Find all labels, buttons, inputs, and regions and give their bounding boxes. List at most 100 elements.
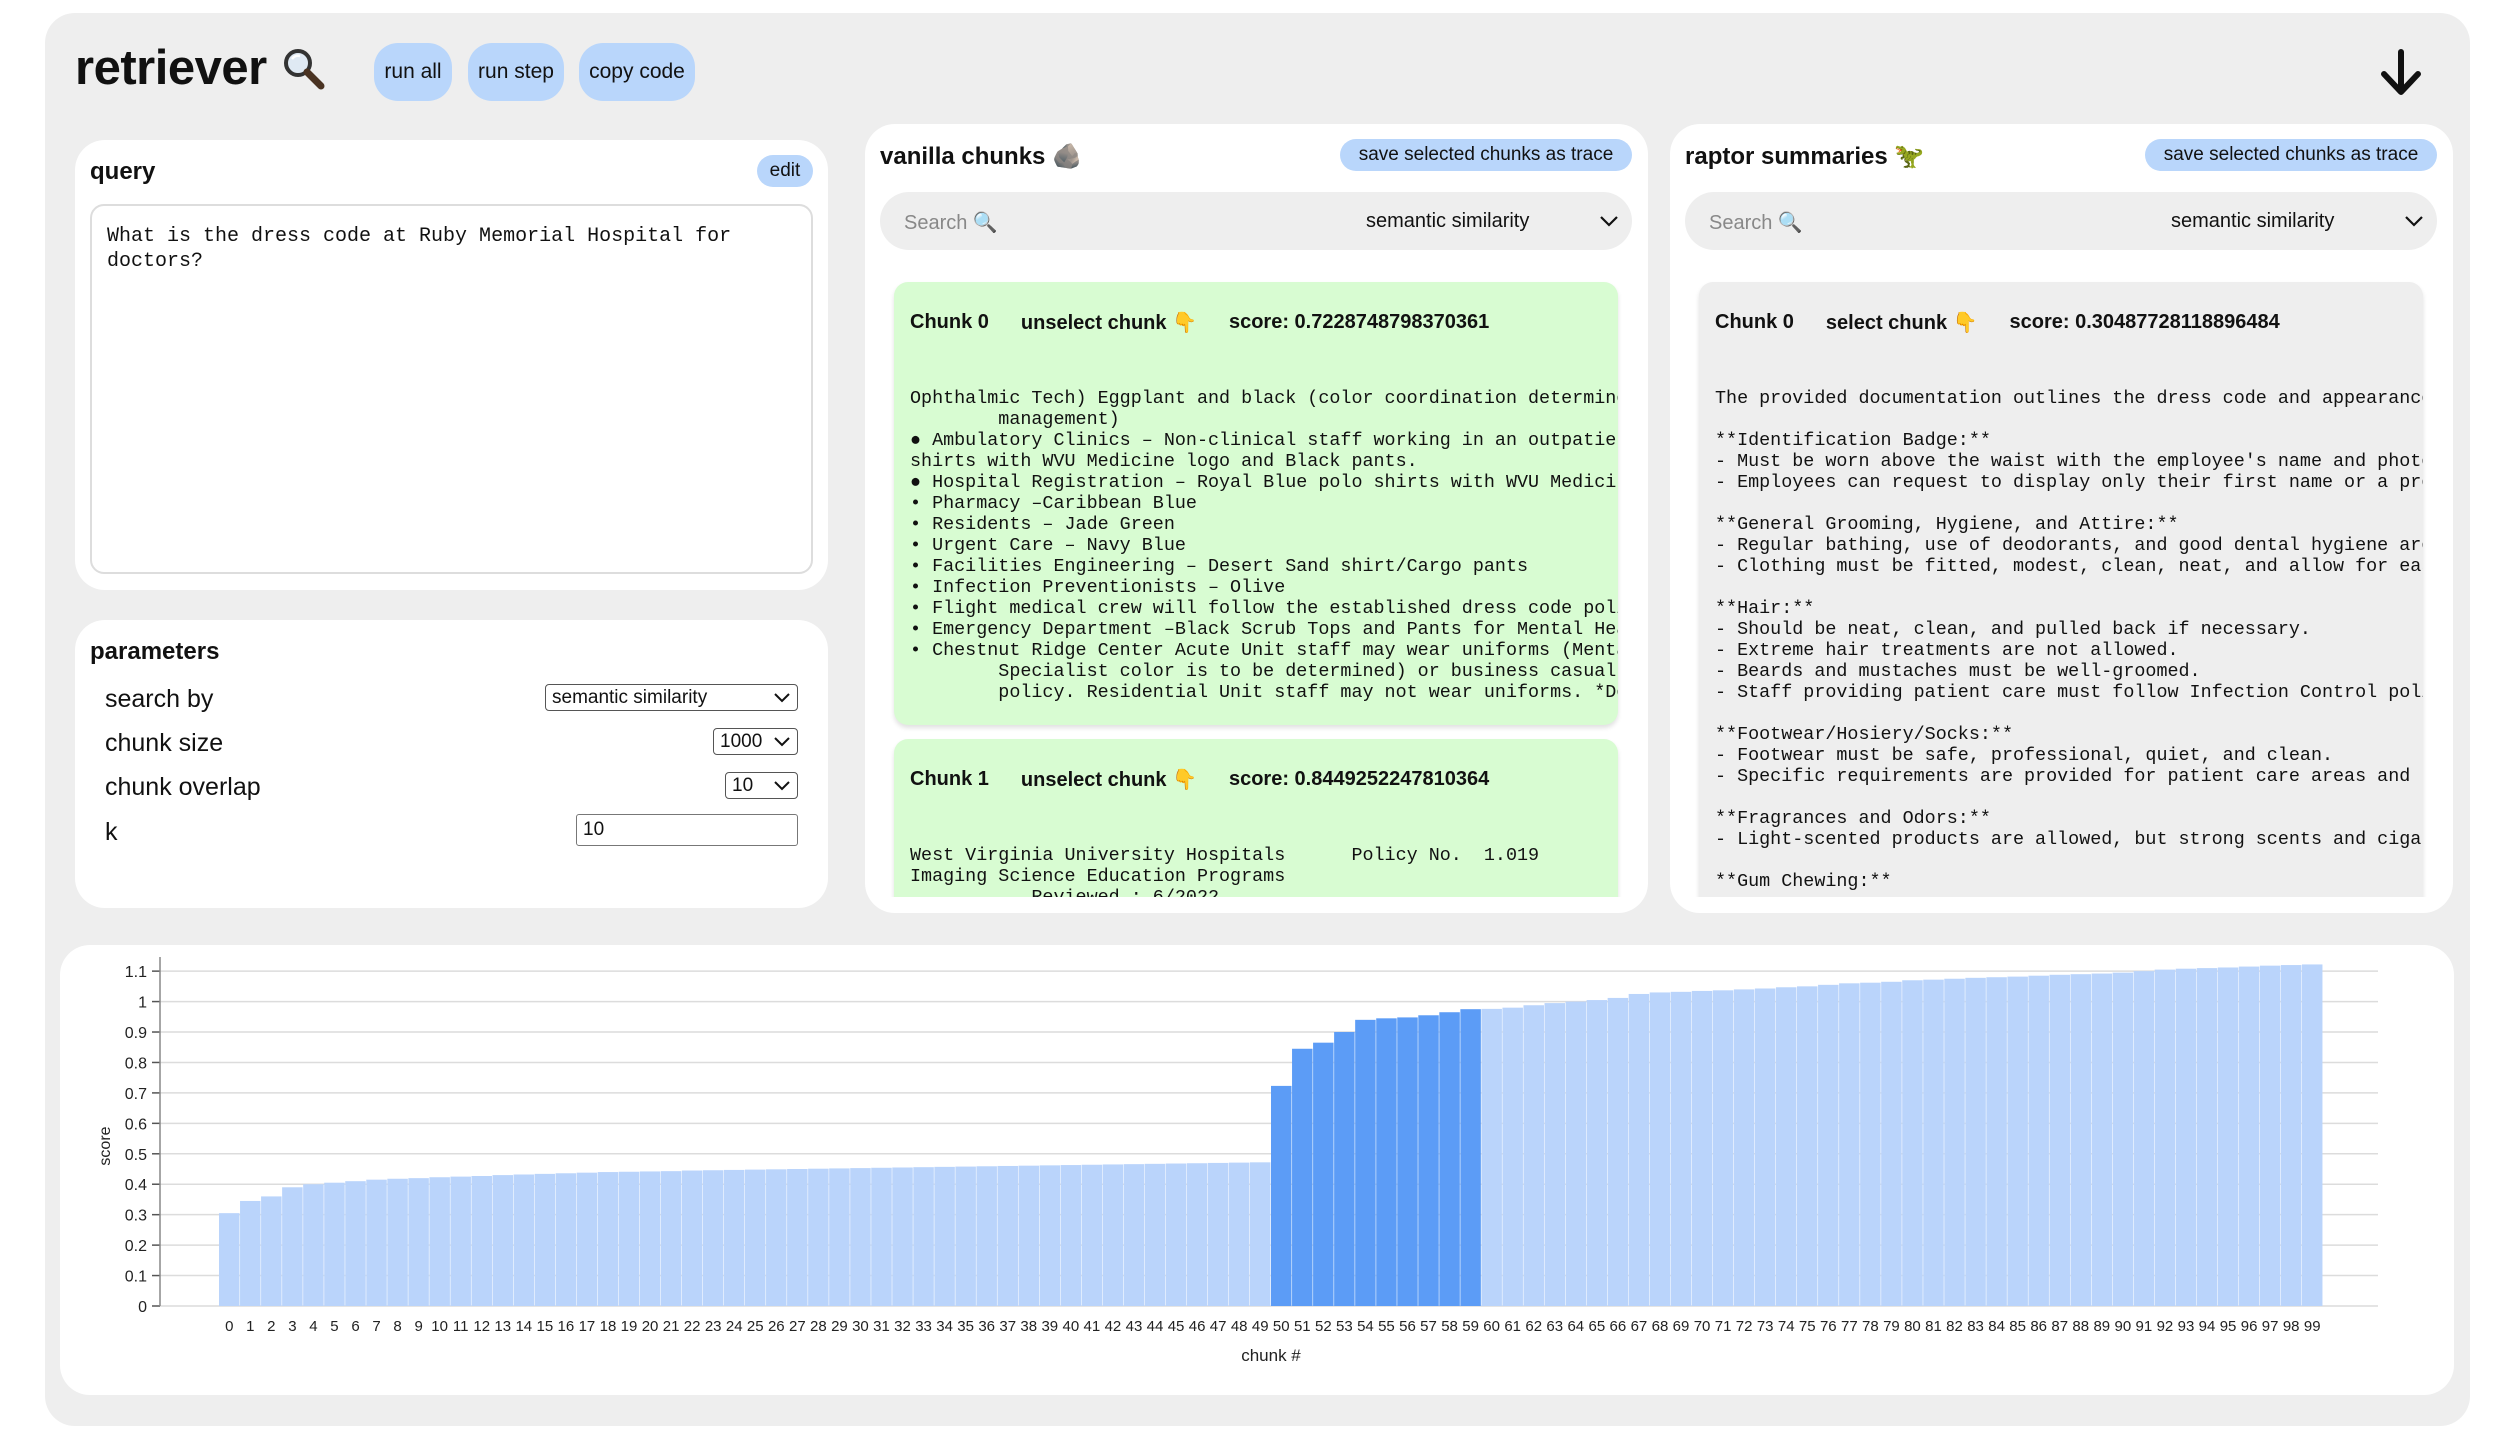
chart-bar (1565, 1001, 1587, 1306)
x-tick-label: 74 (1778, 1318, 1795, 1335)
x-tick-label: 58 (1441, 1318, 1458, 1335)
chart-bar (1060, 1165, 1082, 1306)
x-tick-label: 59 (1462, 1318, 1479, 1335)
chart-bar (808, 1168, 829, 1306)
raptor-chunk-list[interactable]: Chunk 0 select chunk 👇 score: 0.30487728… (1685, 272, 2437, 897)
x-axis-label: chunk # (1241, 1346, 1301, 1365)
chart-bar (1860, 982, 1881, 1306)
raptor-search-mode[interactable]: semantic similarity (2171, 210, 2334, 233)
x-tick-label: 92 (2157, 1318, 2174, 1335)
chart-bar (2007, 976, 2028, 1306)
unselect-chunk-button[interactable]: unselect chunk 👇 (1021, 310, 1197, 335)
run-all-button[interactable]: run all (374, 43, 452, 101)
vanilla-chunk-list[interactable]: Chunk 0 unselect chunk 👇 score: 0.722874… (880, 272, 1632, 897)
chevron-down-icon[interactable] (2403, 214, 2425, 228)
chart-bar (2070, 974, 2092, 1306)
chart-bar (1586, 1000, 1608, 1306)
summary-card[interactable]: Chunk 0 select chunk 👇 score: 0.30487728… (1699, 282, 2423, 897)
x-tick-label: 43 (1126, 1318, 1143, 1335)
x-tick-label: 4 (309, 1318, 317, 1335)
vanilla-save-button[interactable]: save selected chunks as trace (1340, 139, 1632, 171)
x-tick-label: 6 (351, 1318, 359, 1335)
chart-bar (2280, 965, 2302, 1306)
app-brand: retriever (75, 40, 325, 96)
chart-bar (829, 1168, 850, 1306)
y-tick-label: 0.8 (125, 1055, 147, 1072)
chart-bar (1691, 990, 1713, 1306)
raptor-summaries-title: raptor summaries 🦖 (1685, 143, 1925, 170)
raptor-search-bar[interactable]: Search 🔍 semantic similarity (1685, 192, 2437, 250)
chart-bar (2112, 972, 2134, 1306)
chart-bar (1334, 1032, 1355, 1306)
chunk-text: The provided documentation outlines the … (1715, 388, 2423, 892)
chunk-size-select[interactable]: 1000 (713, 728, 798, 755)
chunk-header: Chunk 0 select chunk 👇 score: 0.30487728… (1715, 310, 2280, 335)
chunk-card[interactable]: Chunk 0 unselect chunk 👇 score: 0.722874… (894, 282, 1618, 725)
chart-bar (1018, 1165, 1040, 1306)
chart-bar (219, 1213, 240, 1306)
x-tick-label: 65 (1589, 1318, 1606, 1335)
chart-bar (1607, 997, 1629, 1306)
chunk-text: Ophthalmic Tech) Eggplant and black (col… (910, 388, 1618, 703)
x-tick-label: 20 (642, 1318, 659, 1335)
k-input[interactable]: 10 (576, 814, 798, 846)
arrow-down-icon[interactable] (2378, 48, 2424, 98)
raptor-save-button[interactable]: save selected chunks as trace (2145, 139, 2437, 171)
chart-bar (702, 1170, 724, 1306)
x-tick-label: 45 (1168, 1318, 1185, 1335)
x-tick-label: 89 (2093, 1318, 2110, 1335)
chunk-score: score: 0.30487728118896484 (2009, 311, 2280, 333)
vanilla-search-bar[interactable]: Search 🔍 semantic similarity (880, 192, 1632, 250)
x-tick-label: 67 (1631, 1318, 1648, 1335)
chart-bar (892, 1167, 913, 1306)
chart-bar (1039, 1165, 1061, 1306)
chunk-size-label: chunk size (105, 729, 224, 757)
edit-button[interactable]: edit (757, 155, 813, 187)
vanilla-search-input[interactable]: Search 🔍 (904, 210, 998, 235)
x-tick-label: 47 (1210, 1318, 1227, 1335)
select-chunk-button[interactable]: select chunk 👇 (1826, 310, 1978, 335)
chevron-down-icon (774, 781, 790, 791)
y-tick-label: 0.9 (125, 1025, 147, 1042)
x-tick-label: 80 (1904, 1318, 1921, 1335)
chevron-down-icon[interactable] (1598, 214, 1620, 228)
chart-bar (1649, 992, 1671, 1306)
chunk-id: Chunk 1 (910, 768, 989, 790)
chart-bar (745, 1169, 766, 1306)
x-tick-label: 24 (726, 1318, 743, 1335)
x-tick-label: 39 (1041, 1318, 1058, 1335)
chart-bar (513, 1174, 535, 1306)
chart-bar (471, 1176, 492, 1306)
chart-bar (1228, 1162, 1250, 1306)
x-tick-label: 1 (246, 1318, 254, 1335)
chart-bar (2028, 975, 2049, 1306)
run-step-button[interactable]: run step (468, 43, 564, 101)
y-tick-label: 0.5 (125, 1147, 147, 1164)
copy-code-button[interactable]: copy code (579, 43, 695, 101)
score-bar-chart: 00.10.20.30.40.50.60.70.80.911.10 1 2 3 4 5 6 7… (97, 957, 2378, 1365)
x-tick-label: 34 (936, 1318, 953, 1335)
x-tick-label: 52 (1315, 1318, 1332, 1335)
chart-bar (1628, 993, 1650, 1306)
x-tick-label: 70 (1694, 1318, 1711, 1335)
x-tick-label: 2 (267, 1318, 275, 1335)
unselect-chunk-button[interactable]: unselect chunk 👇 (1021, 767, 1197, 792)
chunk-overlap-select[interactable]: 10 (725, 772, 798, 799)
raptor-search-input[interactable]: Search 🔍 (1709, 210, 1803, 235)
score-chart-card: 0 0.1 0.2 0.3 0.4 0.5 0.6 0.7 0.8 0.9 1 1.1 0 1 2 3 4 5 6 7… (60, 945, 2454, 1395)
vanilla-search-mode[interactable]: semantic similarity (1366, 210, 1529, 233)
chart-bar (1733, 989, 1755, 1306)
x-tick-label: 88 (2072, 1318, 2089, 1335)
chart-bar (1481, 1008, 1502, 1306)
chart-bar (1881, 981, 1902, 1306)
chunk-header: Chunk 1 unselect chunk 👇 score: 0.844925… (910, 767, 1489, 792)
chart-bar (1502, 1007, 1523, 1306)
x-tick-label: 66 (1610, 1318, 1627, 1335)
chunk-card[interactable]: Chunk 1 unselect chunk 👇 score: 0.844925… (894, 739, 1618, 897)
chart-bar (1313, 1042, 1334, 1306)
parameters-title: parameters (90, 638, 220, 665)
query-textarea[interactable]: What is the dress code at Ruby Memorial … (90, 204, 813, 574)
chart-bar (1460, 1009, 1481, 1306)
search-by-select[interactable]: semantic similarity (545, 684, 798, 711)
chart-bar (450, 1176, 471, 1306)
